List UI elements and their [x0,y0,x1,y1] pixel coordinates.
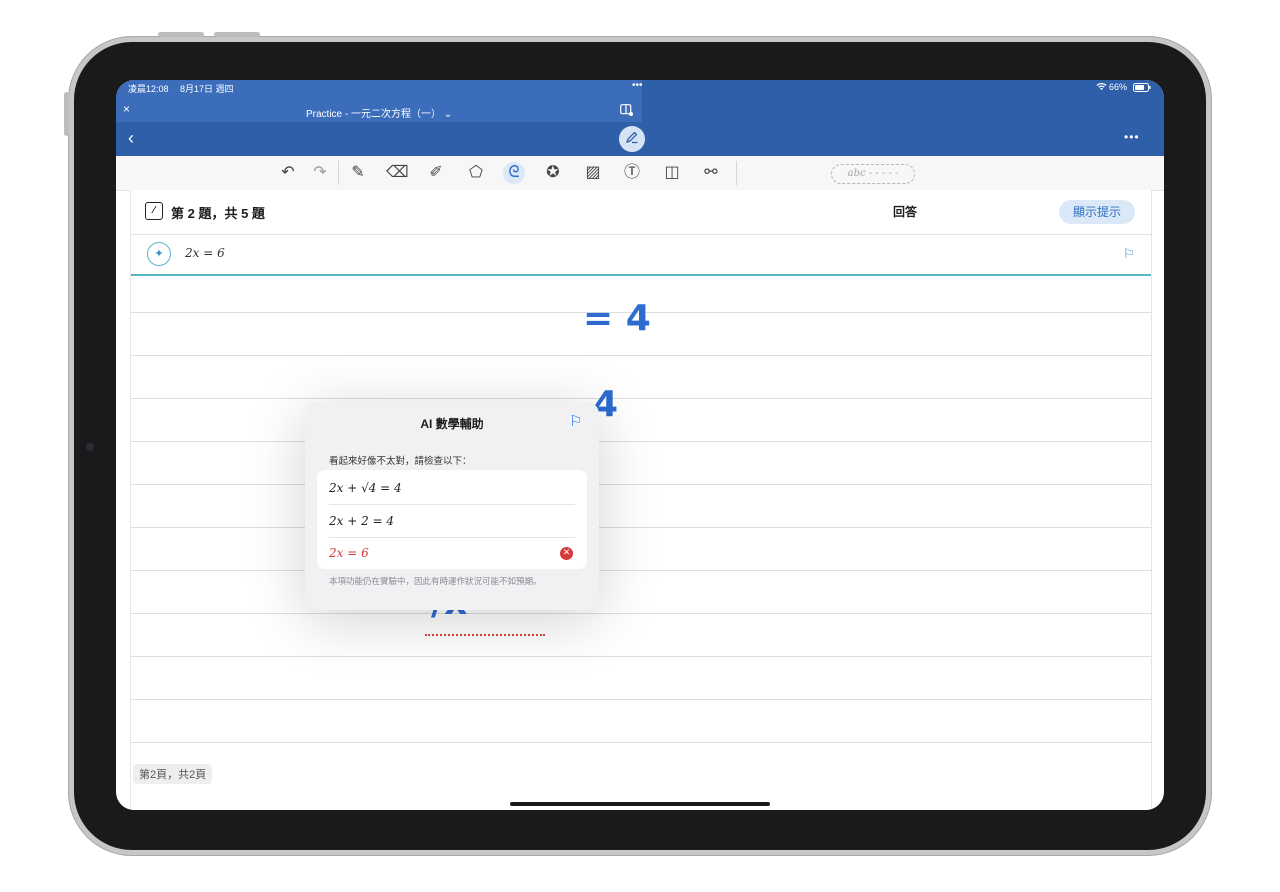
ruled-line [131,613,1151,614]
list-item-error[interactable]: 2x = 6 [329,537,575,569]
sparkle-icon[interactable]: ✦ [147,242,171,266]
lasso-icon[interactable]: ᘓ [503,162,525,184]
back-icon[interactable]: ‹ [128,128,134,149]
ruled-line [131,699,1151,700]
popup-note: 本項功能仍在實驗中，因此有時運作狀況可能不如預期。 [329,576,542,586]
more-icon[interactable]: ••• [1124,130,1140,144]
pen-mode-icon[interactable] [619,126,645,152]
error-underline [425,634,545,636]
list-item: 2x + √4 = 4 [329,481,402,495]
toolbar-divider [736,161,737,185]
steps-list: 2x + √4 = 4 2x + 2 = 4 2x = 6 ✕ [317,470,587,569]
popup-title: AI 數學輔助 [420,417,484,431]
wifi-icon [1096,82,1107,93]
handwriting-line-1: = 4 [583,298,651,339]
ruled-line [131,570,1151,571]
ruled-line [131,484,1151,485]
document-title-text: Practice - 一元二次方程（一） [306,109,442,120]
flag-icon[interactable]: ⚐ [1123,246,1135,262]
highlighter-icon[interactable]: ✐ [425,162,447,184]
answer-label: 回答 [893,205,918,219]
screen: 凌晨12:08 8月17日 週四 ••• 66% × Practice - 一元… [116,80,1164,810]
volume-button [158,32,204,37]
sidebar-icon[interactable] [620,104,633,119]
drawing-toolbar: ↶ ↷ ✎ ⌫ ✐ ⬠ ᘓ ✪ ▨ Ⓣ ◫ ⚯ abc - - - - - [116,156,1164,191]
chevron-down-icon: ⌄ [443,109,453,120]
popup-message: 看起來好像不太對，請檢查以下： [329,456,472,467]
shapes-icon[interactable]: ⬠ [465,162,487,184]
close-icon[interactable]: × [123,102,130,116]
sticker-icon[interactable]: ✪ [542,162,564,184]
ruled-line [131,398,1151,399]
battery-icon [1133,83,1151,94]
show-hint-button[interactable]: 顯示提示 [1059,200,1135,224]
home-indicator[interactable] [510,802,770,806]
document-title[interactable]: Practice - 一元二次方程（一） ⌄ [306,105,452,120]
battery-percent: 66% [1109,82,1128,92]
list-item: 2x + 2 = 4 [329,514,395,528]
ai-math-assist-popup: AI 數學輔助 ⚐ 看起來好像不太對，請檢查以下： 2x + √4 = 4 2x… [305,402,599,610]
eraser-icon[interactable]: ⌫ [386,162,409,184]
notebook-page[interactable]: ⁄ 第 2 題，共 5 題 回答 顯示提示 ✦ 2x = 6 ⚐ = 4 4 /… [130,190,1152,810]
ruled-line [131,355,1151,356]
error-icon: ✕ [560,547,573,560]
ruled-line [131,441,1151,442]
status-date: 8月17日 週四 [180,84,234,94]
equation-row: ✦ 2x = 6 ⚐ [131,234,1151,276]
handwriting-text-field[interactable]: abc - - - - - [831,164,915,184]
equation-text: 2x = 6 [185,246,225,260]
photo-scan-icon[interactable]: ◫ [661,162,683,184]
textbox-icon[interactable]: Ⓣ [621,162,643,184]
ruled-line [131,742,1151,743]
fraction-icon: ⁄ [145,202,163,220]
status-time: 凌晨12:08 [128,84,169,94]
front-camera [86,443,94,451]
undo-icon[interactable]: ↶ [277,162,299,184]
question-counter: 第 2 題，共 5 題 [171,206,265,221]
pen-icon[interactable]: ✎ [347,162,369,184]
flag-icon[interactable]: ⚐ [569,412,582,430]
app-header: 凌晨12:08 8月17日 週四 ••• 66% × Practice - 一元… [116,80,1164,156]
top-button [64,92,69,136]
image-icon[interactable]: ▨ [582,162,604,184]
question-header: ⁄ 第 2 題，共 5 題 回答 顯示提示 [131,190,1151,235]
link-icon[interactable]: ⚯ [700,162,722,184]
ruled-line [131,527,1151,528]
toolbar-divider [338,161,339,185]
redo-icon[interactable]: ↷ [309,162,331,184]
ruled-line [131,656,1151,657]
page-indicator: 第2頁，共2頁 [133,764,213,784]
multitask-dots[interactable]: ••• [632,80,643,91]
volume-button-2 [214,32,260,37]
